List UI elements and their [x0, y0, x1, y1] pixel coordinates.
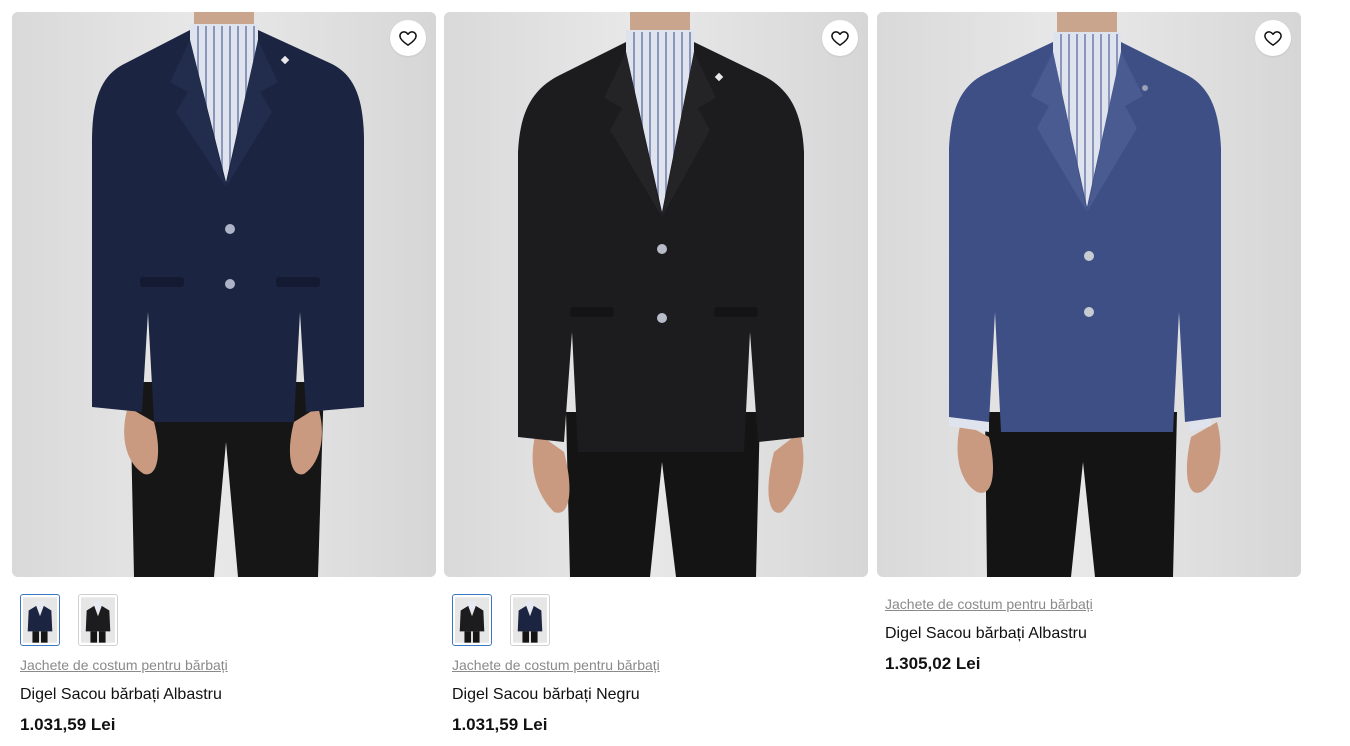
product-card[interactable]: Jachete de costum pentru bărbați Digel S…: [444, 12, 868, 736]
color-swatches: [20, 594, 436, 646]
heart-icon: [398, 28, 418, 48]
swatch-black[interactable]: [452, 594, 492, 646]
navy-thumbnail: [513, 597, 547, 643]
heart-icon: [830, 28, 850, 48]
black-thumbnail: [81, 597, 115, 643]
color-swatches: [452, 594, 868, 646]
product-name[interactable]: Digel Sacou bărbați Albastru: [885, 624, 1301, 644]
category-link[interactable]: Jachete de costum pentru bărbați: [885, 595, 1301, 613]
jacket-photo: [92, 12, 364, 577]
product-name[interactable]: Digel Sacou bărbați Negru: [452, 685, 868, 705]
product-image[interactable]: [877, 12, 1301, 577]
product-card[interactable]: Jachete de costum pentru bărbați Digel S…: [877, 12, 1301, 675]
favorite-button[interactable]: [822, 20, 858, 56]
product-price: 1.031,59 Lei: [20, 715, 116, 734]
category-link[interactable]: Jachete de costum pentru bărbați: [20, 656, 436, 674]
category-link[interactable]: Jachete de costum pentru bărbați: [452, 656, 868, 674]
product-price: 1.031,59 Lei: [452, 715, 548, 734]
navy-thumbnail: [23, 597, 57, 643]
product-image[interactable]: [12, 12, 436, 577]
favorite-button[interactable]: [1255, 20, 1291, 56]
jacket-photo: [518, 12, 804, 577]
product-card[interactable]: Jachete de costum pentru bărbați Digel S…: [12, 12, 436, 736]
product-name[interactable]: Digel Sacou bărbați Albastru: [20, 685, 436, 705]
black-thumbnail: [455, 597, 489, 643]
product-image[interactable]: [444, 12, 868, 577]
favorite-button[interactable]: [390, 20, 426, 56]
heart-icon: [1263, 28, 1283, 48]
swatch-navy[interactable]: [510, 594, 550, 646]
product-price: 1.305,02 Lei: [885, 654, 981, 673]
swatch-navy[interactable]: [20, 594, 60, 646]
jacket-photo: [949, 12, 1221, 577]
swatch-black[interactable]: [78, 594, 118, 646]
